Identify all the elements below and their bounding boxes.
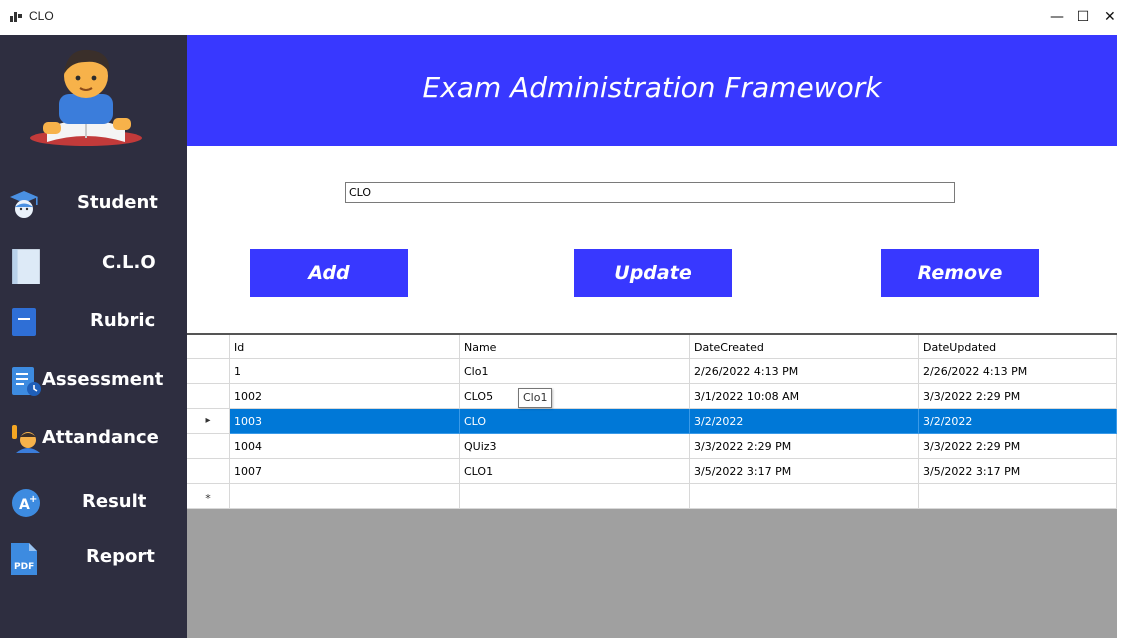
- window-titlebar: CLO — ☐ ✕: [0, 0, 1121, 35]
- table-header-row: Id Name DateCreated DateUpdated: [187, 333, 1117, 359]
- cell-id[interactable]: 1: [230, 359, 460, 384]
- cell-dateupdated[interactable]: 3/2/2022: [919, 409, 1117, 434]
- new-cell-dateupdated[interactable]: [919, 484, 1117, 509]
- cell-datecreated[interactable]: 3/2/2022: [690, 409, 919, 434]
- sidebar-item-report[interactable]: PDF Report: [0, 534, 187, 580]
- window-title: CLO: [29, 9, 54, 23]
- maximize-button[interactable]: ☐: [1070, 4, 1096, 30]
- cell-name[interactable]: CLO: [460, 409, 690, 434]
- close-button[interactable]: ✕: [1104, 4, 1121, 30]
- cell-datecreated[interactable]: 3/3/2022 2:29 PM: [690, 434, 919, 459]
- cell-id[interactable]: 1004: [230, 434, 460, 459]
- sidebar-item-label: Student: [77, 192, 158, 213]
- table-row[interactable]: 1004 QUiz3 3/3/2022 2:29 PM 3/3/2022 2:2…: [187, 434, 1117, 459]
- update-button[interactable]: Update: [574, 249, 732, 297]
- cell-name[interactable]: Clo1: [460, 359, 690, 384]
- sidebar-item-student[interactable]: Student: [0, 180, 187, 226]
- cell-name[interactable]: CLO5: [460, 384, 690, 409]
- cell-id[interactable]: 1002: [230, 384, 460, 409]
- sidebar-item-label: C.L.O: [102, 252, 156, 273]
- student-reading-avatar: [30, 49, 142, 146]
- clo-data-grid[interactable]: Id Name DateCreated DateUpdated 1 Clo1 2…: [187, 333, 1117, 638]
- row-header[interactable]: [187, 434, 230, 459]
- column-header-id[interactable]: Id: [230, 335, 460, 359]
- row-header[interactable]: [187, 384, 230, 409]
- sidebar-item-label: Assessment: [42, 369, 164, 390]
- pdf-icon: PDF: [11, 543, 37, 575]
- new-cell-id[interactable]: [230, 484, 460, 509]
- row-header[interactable]: [187, 359, 230, 384]
- new-cell-datecreated[interactable]: [690, 484, 919, 509]
- book-icon: [12, 249, 40, 284]
- cell-datecreated[interactable]: 3/5/2022 3:17 PM: [690, 459, 919, 484]
- cell-dateupdated[interactable]: 3/3/2022 2:29 PM: [919, 384, 1117, 409]
- new-cell-name[interactable]: [460, 484, 690, 509]
- app-icon: [10, 12, 22, 22]
- sidebar-item-result[interactable]: A + Result: [0, 479, 187, 525]
- minimize-button[interactable]: —: [1044, 4, 1070, 30]
- graduate-icon: [10, 191, 38, 218]
- column-header-dateupdated[interactable]: DateUpdated: [919, 335, 1117, 359]
- sidebar-item-rubric[interactable]: Rubric: [0, 298, 187, 344]
- column-header-datecreated[interactable]: DateCreated: [690, 335, 919, 359]
- new-row-marker[interactable]: *: [187, 484, 230, 509]
- table-row[interactable]: 1 Clo1 2/26/2022 4:13 PM 2/26/2022 4:13 …: [187, 359, 1117, 384]
- assessment-icon: [12, 367, 41, 396]
- sidebar-item-clo[interactable]: C.L.O: [0, 240, 187, 286]
- sidebar-item-label: Rubric: [90, 310, 156, 331]
- row-header[interactable]: [187, 459, 230, 484]
- cell-dateupdated[interactable]: 3/5/2022 3:17 PM: [919, 459, 1117, 484]
- sidebar-item-attandance[interactable]: Attandance: [0, 415, 187, 461]
- current-row-indicator[interactable]: ▸: [187, 409, 230, 434]
- table-row[interactable]: 1007 CLO1 3/5/2022 3:17 PM 3/5/2022 3:17…: [187, 459, 1117, 484]
- page-title: Exam Administration Framework: [422, 71, 882, 104]
- row-header-corner: [187, 335, 230, 359]
- svg-text:PDF: PDF: [14, 562, 34, 572]
- svg-text:+: +: [29, 494, 37, 505]
- column-header-name[interactable]: Name: [460, 335, 690, 359]
- table-row[interactable]: 1002 CLO5 3/1/2022 10:08 AM 3/3/2022 2:2…: [187, 384, 1117, 409]
- sidebar-item-assessment[interactable]: Assessment: [0, 357, 187, 403]
- notebook-icon: [12, 308, 36, 336]
- new-row[interactable]: *: [187, 484, 1117, 509]
- header-banner: Exam Administration Framework: [187, 35, 1117, 146]
- cell-dateupdated[interactable]: 2/26/2022 4:13 PM: [919, 359, 1117, 384]
- cell-name[interactable]: QUiz3: [460, 434, 690, 459]
- clo-name-input[interactable]: [345, 182, 955, 203]
- table-row-selected[interactable]: ▸ 1003 CLO 3/2/2022 3/2/2022: [187, 409, 1117, 434]
- sidebar-item-label: Result: [82, 491, 147, 512]
- add-button[interactable]: Add: [250, 249, 408, 297]
- cell-id[interactable]: 1007: [230, 459, 460, 484]
- cell-datecreated[interactable]: 3/1/2022 10:08 AM: [690, 384, 919, 409]
- cell-tooltip: Clo1: [518, 388, 553, 408]
- raised-hand-icon: [12, 425, 40, 453]
- cell-datecreated[interactable]: 2/26/2022 4:13 PM: [690, 359, 919, 384]
- remove-button[interactable]: Remove: [881, 249, 1039, 297]
- grade-icon: A +: [12, 489, 40, 517]
- cell-dateupdated[interactable]: 3/3/2022 2:29 PM: [919, 434, 1117, 459]
- cell-id[interactable]: 1003: [230, 409, 460, 434]
- sidebar: Student C.L.O Rubric Assessment Attandan…: [0, 35, 187, 638]
- sidebar-item-label: Report: [86, 546, 155, 567]
- sidebar-item-label: Attandance: [42, 427, 159, 448]
- cell-name[interactable]: CLO1: [460, 459, 690, 484]
